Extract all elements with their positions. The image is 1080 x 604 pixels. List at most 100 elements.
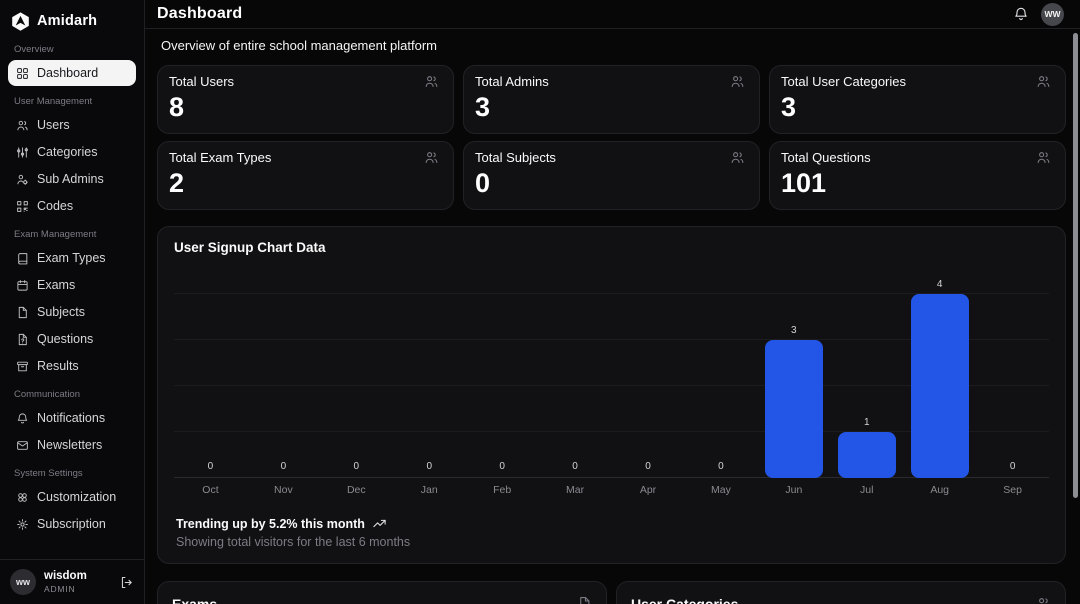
card-title: Exams bbox=[172, 596, 217, 604]
sidebar: Amidarh OverviewDashboardUser Management… bbox=[0, 0, 145, 604]
sidebar-item-customization[interactable]: Customization bbox=[8, 484, 136, 510]
sidebar-item-label: Exam Types bbox=[37, 251, 106, 265]
sidebar-item-subscription[interactable]: Subscription bbox=[8, 511, 136, 537]
chart-column-nov: 0 bbox=[247, 462, 320, 478]
stat-label: Total Users bbox=[169, 74, 234, 89]
sidebar-item-label: Questions bbox=[37, 332, 93, 346]
main-scrollbar-track[interactable] bbox=[1073, 30, 1078, 604]
page-title: Dashboard bbox=[157, 5, 242, 23]
bar-jun[interactable] bbox=[765, 340, 823, 478]
bar-jul[interactable] bbox=[838, 432, 896, 478]
sidebar-item-results[interactable]: Results bbox=[8, 353, 136, 379]
sidebar-item-exams[interactable]: Exams bbox=[8, 272, 136, 298]
sidebar-item-users[interactable]: Users bbox=[8, 112, 136, 138]
sidebar-item-exam-types[interactable]: Exam Types bbox=[8, 245, 136, 271]
topbar: Dashboard WW bbox=[145, 0, 1080, 29]
chart-footer-subtext: Showing total visitors for the last 6 mo… bbox=[176, 535, 1049, 549]
file-icon bbox=[16, 306, 29, 319]
chart-column-mar: 0 bbox=[539, 462, 612, 478]
bar-value-label: 0 bbox=[499, 462, 505, 472]
sidebar-item-subjects[interactable]: Subjects bbox=[8, 299, 136, 325]
x-axis-label-jan: Jan bbox=[393, 484, 466, 496]
bar-value-label: 0 bbox=[645, 462, 651, 472]
sidebar-item-questions[interactable]: Questions bbox=[8, 326, 136, 352]
x-axis-label-oct: Oct bbox=[174, 484, 247, 496]
sidebar-item-dashboard[interactable]: Dashboard bbox=[8, 60, 136, 86]
users-icon bbox=[730, 74, 745, 89]
notifications-bell-icon[interactable] bbox=[1013, 6, 1029, 22]
main-area: Dashboard WW Overview of entire school m… bbox=[145, 0, 1080, 604]
stat-label: Total Exam Types bbox=[169, 150, 271, 165]
bar-value-label: 0 bbox=[208, 462, 214, 472]
chart-column-jul: 1 bbox=[830, 418, 903, 478]
sidebar-section-label-exam-management: Exam Management bbox=[14, 229, 130, 240]
brand-name: Amidarh bbox=[37, 13, 97, 29]
chart-x-axis-labels: OctNovDecJanFebMarAprMayJunJulAugSep bbox=[174, 478, 1049, 502]
users-icon bbox=[424, 150, 439, 165]
chart-title: User Signup Chart Data bbox=[174, 240, 1049, 255]
gear-icon bbox=[16, 518, 29, 531]
x-axis-label-jul: Jul bbox=[830, 484, 903, 496]
stat-value: 0 bbox=[475, 170, 745, 197]
bottom-cards-row: Exams User Categories bbox=[157, 581, 1066, 604]
x-axis-label-mar: Mar bbox=[539, 484, 612, 496]
book-icon bbox=[16, 252, 29, 265]
bar-value-label: 0 bbox=[572, 462, 578, 472]
page-subtitle: Overview of entire school management pla… bbox=[161, 38, 1066, 53]
users-icon bbox=[1036, 596, 1051, 604]
sidebar-item-label: Exams bbox=[37, 278, 75, 292]
sidebar-item-label: Notifications bbox=[37, 411, 105, 425]
sidebar-item-codes[interactable]: Codes bbox=[8, 193, 136, 219]
stat-card-header: Total Exam Types bbox=[169, 150, 439, 165]
stats-grid: Total Users8Total Admins3Total User Cate… bbox=[157, 65, 1066, 210]
sliders-icon bbox=[16, 146, 29, 159]
bar-chart-plot: 000000003140 bbox=[174, 267, 1049, 478]
components-icon bbox=[16, 491, 29, 504]
x-axis-label-nov: Nov bbox=[247, 484, 320, 496]
sidebar-item-categories[interactable]: Categories bbox=[8, 139, 136, 165]
topbar-actions: WW bbox=[1013, 3, 1064, 26]
logout-icon[interactable] bbox=[119, 575, 134, 590]
chart-footer-trend: Trending up by 5.2% this month bbox=[176, 516, 1049, 531]
bar-value-label: 3 bbox=[791, 326, 797, 336]
x-axis-label-aug: Aug bbox=[903, 484, 976, 496]
header-avatar[interactable]: WW bbox=[1041, 3, 1064, 26]
archive-icon bbox=[16, 360, 29, 373]
grid-icon bbox=[16, 67, 29, 80]
chart-column-may: 0 bbox=[684, 462, 757, 478]
sidebar-item-label: Newsletters bbox=[37, 438, 102, 452]
stat-card-header: Total Admins bbox=[475, 74, 745, 89]
chart-column-apr: 0 bbox=[612, 462, 685, 478]
sidebar-item-notifications[interactable]: Notifications bbox=[8, 405, 136, 431]
card-user-categories: User Categories bbox=[616, 581, 1066, 604]
sidebar-item-sub-admins[interactable]: Sub Admins bbox=[8, 166, 136, 192]
main-scrollbar-thumb[interactable] bbox=[1073, 33, 1078, 498]
amidarh-logo-icon bbox=[10, 11, 31, 32]
stat-label: Total Questions bbox=[781, 150, 871, 165]
stat-label: Total Admins bbox=[475, 74, 549, 89]
stat-card-total-user-categories: Total User Categories3 bbox=[769, 65, 1066, 134]
chart-column-aug: 4 bbox=[903, 280, 976, 478]
users-icon bbox=[1036, 74, 1051, 89]
user-avatar[interactable]: ww bbox=[10, 569, 36, 595]
sidebar-item-newsletters[interactable]: Newsletters bbox=[8, 432, 136, 458]
stat-card-total-admins: Total Admins3 bbox=[463, 65, 760, 134]
card-header: User Categories bbox=[631, 596, 1051, 604]
chart-column-sep: 0 bbox=[976, 462, 1049, 478]
sidebar-item-label: Subscription bbox=[37, 517, 106, 531]
bar-aug[interactable] bbox=[911, 294, 969, 478]
users-icon bbox=[730, 150, 745, 165]
x-axis-label-may: May bbox=[684, 484, 757, 496]
chart-column-oct: 0 bbox=[174, 462, 247, 478]
bar-value-label: 0 bbox=[1010, 462, 1016, 472]
sidebar-section-label-user-management: User Management bbox=[14, 96, 130, 107]
mail-icon bbox=[16, 439, 29, 452]
stat-label: Total Subjects bbox=[475, 150, 556, 165]
users-icon bbox=[16, 119, 29, 132]
stat-value: 101 bbox=[781, 170, 1051, 197]
sidebar-item-label: Dashboard bbox=[37, 66, 98, 80]
stat-label: Total User Categories bbox=[781, 74, 906, 89]
stat-card-header: Total User Categories bbox=[781, 74, 1051, 89]
user-gear-icon bbox=[16, 173, 29, 186]
x-axis-label-apr: Apr bbox=[612, 484, 685, 496]
